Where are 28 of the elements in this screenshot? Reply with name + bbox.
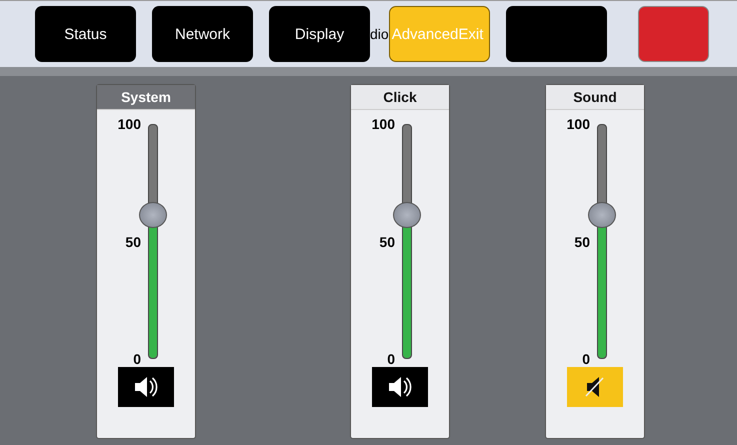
tab[interactable]: Network (152, 6, 253, 62)
scale-label: 0 (133, 351, 141, 367)
slider[interactable] (393, 124, 421, 359)
scale-label: 0 (387, 351, 395, 367)
mute-button[interactable] (372, 367, 428, 407)
slider-thumb[interactable] (588, 202, 616, 228)
channel-title[interactable]: Sound (546, 85, 644, 110)
mute-button[interactable] (567, 367, 623, 407)
channel-title[interactable]: Click (351, 85, 449, 110)
mute-button[interactable] (118, 367, 174, 407)
slider-thumb[interactable] (139, 202, 167, 228)
channel-title[interactable]: System (97, 85, 195, 110)
slider-thumb[interactable] (393, 202, 421, 228)
tab[interactable]: Status (35, 6, 136, 62)
slider[interactable] (588, 124, 616, 359)
muted-speaker-icon (584, 375, 606, 399)
tab-label: dio (370, 26, 389, 42)
scale-label: 100 (372, 116, 395, 132)
scale-label: 50 (574, 234, 590, 250)
scale-label: 50 (379, 234, 395, 250)
scale-label: 50 (125, 234, 141, 250)
scale-label: 100 (566, 116, 590, 132)
slider[interactable] (139, 124, 167, 359)
tab[interactable]: Display (269, 6, 370, 62)
scale-label: 0 (582, 351, 590, 367)
scale-label: 100 (118, 116, 141, 132)
speaker-icon (387, 375, 413, 399)
speaker-icon (133, 375, 159, 399)
